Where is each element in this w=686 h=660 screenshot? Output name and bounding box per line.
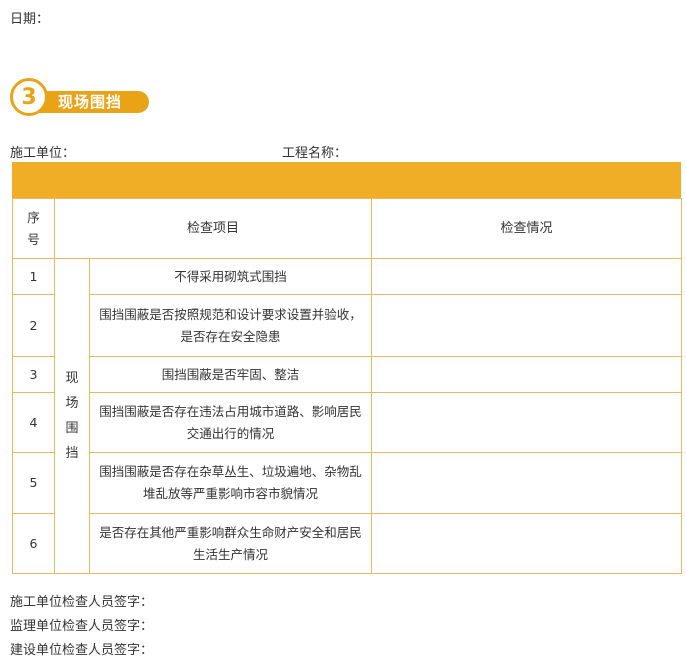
inspection-table: 序 号 检查项目 检查情况 1 现 场 围 挡 不得采用砌筑式围挡 2 围挡围蔽…: [12, 162, 683, 574]
row-item: 围挡围蔽是否按照规范和设计要求设置并验收，是否存在安全隐患: [88, 294, 373, 357]
category-char: 围: [65, 421, 79, 436]
row-status-field[interactable]: [371, 392, 683, 453]
header-seq-line1: 序: [27, 209, 40, 225]
row-status-field[interactable]: [371, 356, 683, 393]
category-char: 现: [65, 371, 79, 386]
row-seq: 2: [12, 294, 55, 357]
category-char: 挡: [65, 446, 79, 461]
row-status-field[interactable]: [371, 452, 683, 514]
section-title: 现场围挡: [58, 93, 123, 111]
row-seq: 5: [12, 452, 55, 514]
table-row: 6 是否存在其他严重影响群众生命财产安全和居民生活生产情况: [12, 513, 683, 574]
row-status-field[interactable]: [371, 513, 683, 574]
table-row: 1 现 场 围 挡 不得采用砌筑式围挡: [12, 258, 683, 574]
table-row: 5 围挡围蔽是否存在杂草丛生、垃圾遍地、杂物乱堆乱放等严重影响市容市貌情况: [12, 452, 683, 514]
row-seq: 6: [12, 513, 55, 574]
owner-inspector-signature-label: 建设单位检查人员签字：: [10, 643, 154, 658]
table-row: 2 围挡围蔽是否按照规范和设计要求设置并验收，是否存在安全隐患: [12, 294, 683, 357]
row-item: 围挡围蔽是否存在杂草丛生、垃圾遍地、杂物乱堆乱放等严重影响市容市貌情况: [88, 452, 373, 514]
table-row: 3 围挡围蔽是否牢固、整洁: [12, 356, 683, 393]
row-item: 围挡围蔽是否存在违法占用城市道路、影响居民交通出行的情况: [88, 392, 373, 453]
row-seq: 1: [12, 258, 55, 295]
row-item: 围挡围蔽是否牢固、整洁: [88, 356, 373, 393]
row-item: 不得采用砌筑式围挡: [88, 258, 373, 295]
row-seq: 4: [12, 392, 55, 453]
date-label: 日期：: [10, 12, 50, 27]
category-char: 场: [65, 396, 79, 411]
category-cell: 现 场 围 挡: [54, 258, 90, 574]
table-row: 4 围挡围蔽是否存在违法占用城市道路、影响居民交通出行的情况: [12, 392, 683, 453]
header-seq: 序 号: [12, 198, 55, 259]
section-number-circle: 3: [10, 78, 48, 116]
row-seq: 3: [12, 356, 55, 393]
header-seq-line2: 号: [27, 231, 40, 247]
row-status-field[interactable]: [371, 258, 683, 295]
table-header-bar: [12, 162, 681, 198]
construction-unit-label: 施工单位：: [10, 146, 76, 161]
project-name-label: 工程名称：: [282, 146, 348, 161]
inspection-grid: 序 号 检查项目 检查情况 1 现 场 围 挡 不得采用砌筑式围挡 2 围挡围蔽…: [12, 198, 683, 574]
supervision-inspector-signature-label: 监理单位检查人员签字：: [10, 619, 154, 634]
header-check-status: 检查情况: [371, 198, 683, 259]
section-badge: 3 现场围挡: [10, 78, 150, 122]
header-check-items: 检查项目: [53, 198, 373, 259]
row-status-field[interactable]: [371, 294, 683, 357]
construction-inspector-signature-label: 施工单位检查人员签字：: [10, 595, 154, 610]
table-header-row: 序 号 检查项目 检查情况: [12, 198, 683, 259]
row-item: 是否存在其他严重影响群众生命财产安全和居民生活生产情况: [88, 513, 373, 574]
